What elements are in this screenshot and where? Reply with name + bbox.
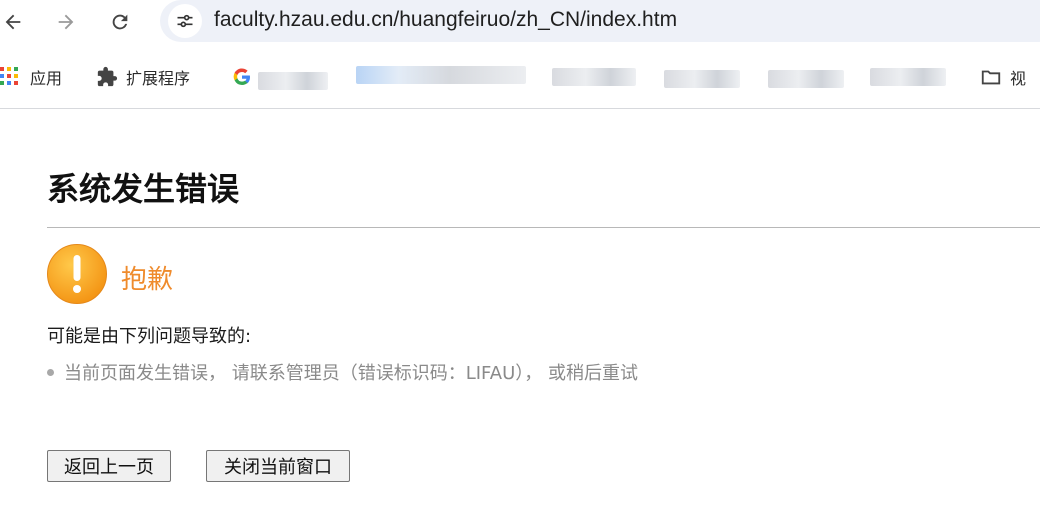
address-bar[interactable]: faculty.hzau.edu.cn/huangfeiruo/zh_CN/in… [160,0,1040,42]
bookmark-google[interactable] [233,64,259,90]
site-settings-icon[interactable] [168,4,202,38]
apps-grid-icon [0,66,22,88]
blurred-bookmark[interactable] [356,66,526,84]
puzzle-piece-icon [96,66,118,88]
forward-arrow-icon[interactable] [48,4,84,40]
bookmark-folder-label: 视 [1010,69,1027,88]
bullet-dot [47,368,54,376]
back-button[interactable]: 返回上一页 [47,450,171,482]
bookmark-apps[interactable]: 应用 [0,64,62,90]
error-detail-text: 当前页面发生错误， 请联系管理员（错误标识码：LIFAU）， 或稍后重试 [64,363,638,384]
blurred-bookmark[interactable] [870,68,946,86]
url-text[interactable]: faculty.hzau.edu.cn/huangfeiruo/zh_CN/in… [214,8,677,32]
blurred-bookmark[interactable] [768,70,844,88]
folder-icon [980,66,1002,88]
cause-heading: 可能是由下列问题导致的: [47,326,252,347]
blurred-bookmark[interactable] [258,72,328,90]
blurred-bookmark[interactable] [552,68,636,86]
sorry-heading: 抱歉 [121,265,174,295]
bookmark-folder[interactable]: 视 [980,64,1026,90]
reload-icon[interactable] [102,4,138,40]
back-arrow-icon[interactable] [0,4,31,40]
bookmark-apps-label: 应用 [30,69,63,88]
bookmarks-bar: 应用 扩展程序 视 [0,56,1040,98]
warning-icon [47,244,107,304]
page-content: 系统发生错误 抱歉 可能是由下列问题导致的: 当前页面发生错误， 请联系管理员（… [0,109,1040,510]
bookmark-extensions[interactable]: 扩展程序 [96,64,190,90]
error-detail: 当前页面发生错误， 请联系管理员（错误标识码：LIFAU）， 或稍后重试 [47,359,638,385]
navigation-bar: faculty.hzau.edu.cn/huangfeiruo/zh_CN/in… [0,0,1040,44]
google-logo-icon [233,68,251,86]
blurred-bookmark[interactable] [664,70,740,88]
bookmark-extensions-label: 扩展程序 [126,69,191,88]
browser-chrome: faculty.hzau.edu.cn/huangfeiruo/zh_CN/in… [0,0,1040,109]
page-title: 系统发生错误 [47,170,240,208]
divider [47,227,1040,228]
close-window-button[interactable]: 关闭当前窗口 [206,450,350,482]
